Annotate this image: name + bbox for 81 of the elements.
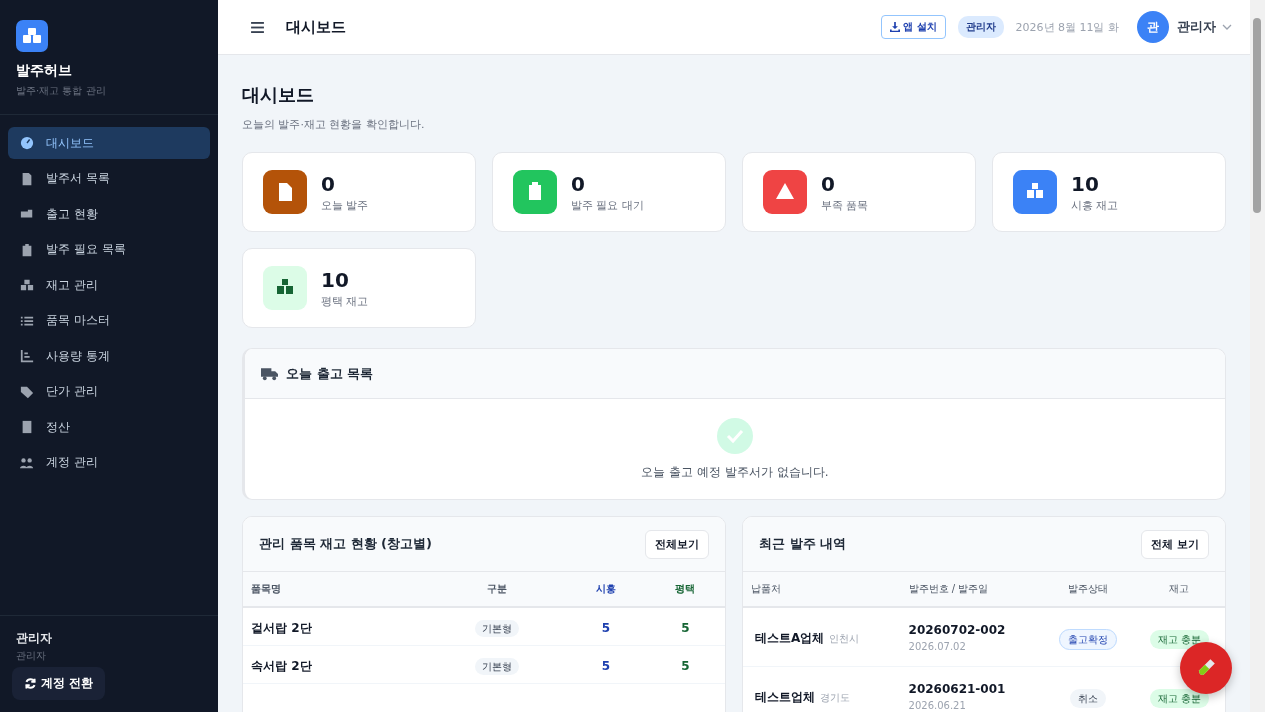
order-number: 20260702-002 bbox=[908, 622, 1007, 637]
stat-label: 오늘 발주 bbox=[321, 197, 369, 213]
app-name: 발주허브 bbox=[16, 62, 73, 80]
order-date: 2026.06.21 bbox=[908, 699, 967, 711]
quantity: 5 bbox=[681, 621, 690, 635]
column-header: 품목명 bbox=[251, 583, 281, 594]
column-header: 시흥 bbox=[596, 583, 617, 594]
vendor-region: 경기도 bbox=[820, 692, 851, 703]
checkmark-icon bbox=[717, 417, 753, 454]
nav-item[interactable]: 발주서 목록 bbox=[8, 162, 210, 195]
stat-label: 시흥 재고 bbox=[1071, 197, 1119, 213]
nav-item[interactable]: 재고 관리 bbox=[8, 269, 210, 301]
boxes-icon bbox=[20, 278, 34, 292]
switch-account-button[interactable]: 계정 전환 bbox=[12, 667, 106, 700]
quantity: 5 bbox=[601, 659, 611, 673]
vendor-name: 테스트업체 bbox=[755, 690, 815, 704]
menu-icon[interactable] bbox=[251, 21, 264, 33]
column-header: 재고 bbox=[1133, 572, 1225, 607]
stat-label: 부족 품목 bbox=[821, 197, 869, 213]
nav-item[interactable]: 출고 현황 bbox=[8, 198, 210, 230]
download-icon bbox=[890, 22, 901, 32]
view-all-button[interactable]: 전체 보기 bbox=[1141, 529, 1209, 559]
role-badge: 관리자 bbox=[957, 16, 1004, 38]
nav-item[interactable]: 대시보드 bbox=[8, 127, 210, 159]
type-tag: 기본형 bbox=[475, 658, 520, 675]
vendor-name: 테스트A업체 bbox=[755, 631, 825, 645]
column-header: 발주번호 / 발주일 bbox=[900, 572, 1044, 607]
date-label: 2026년 8월 11일 화 bbox=[1015, 19, 1119, 35]
vendor-region: 인천시 bbox=[829, 633, 860, 644]
stat-value: 10 bbox=[321, 267, 350, 292]
tags-icon bbox=[20, 384, 34, 399]
nav-item[interactable]: 정산 bbox=[8, 411, 210, 443]
order-number: 20260621-001 bbox=[908, 681, 1007, 696]
order-date: 2026.07.02 bbox=[908, 640, 967, 652]
item-name: 속서랍 2단 bbox=[251, 658, 312, 673]
stat-value: 0 bbox=[321, 171, 336, 196]
clipboard-icon bbox=[20, 242, 34, 257]
stock-badge: 재고 충분 bbox=[1149, 629, 1209, 649]
status-badge: 출고확정 bbox=[1059, 628, 1118, 650]
view-all-button[interactable]: 전체보기 bbox=[645, 529, 709, 559]
header-title: 대시보드 bbox=[286, 17, 346, 37]
user-menu[interactable]: 관리자 bbox=[1177, 18, 1216, 36]
type-tag: 기본형 bbox=[475, 620, 520, 637]
panel-title: 최근 발주 내역 bbox=[759, 535, 847, 553]
chevron-down-icon[interactable] bbox=[1222, 24, 1232, 30]
nav-item[interactable]: 계정 관리 bbox=[8, 446, 210, 479]
column-header: 평택 bbox=[675, 583, 696, 594]
column-header: 구분 bbox=[487, 583, 508, 594]
column-header: 납품처 bbox=[743, 572, 901, 607]
scrollbar[interactable] bbox=[1250, 0, 1265, 712]
user-role: 관리자 bbox=[15, 649, 47, 663]
stat-value: 0 bbox=[571, 171, 586, 196]
page-title: 대시보드 bbox=[242, 83, 315, 107]
column-header: 발주상태 bbox=[1043, 572, 1134, 607]
user-name: 관리자 bbox=[15, 630, 53, 647]
stat-label: 발주 필요 대기 bbox=[571, 197, 644, 213]
panel-title: 관리 품목 재고 현황 (창고별) bbox=[259, 535, 432, 553]
install-app-button[interactable]: 앱 설치 bbox=[881, 15, 946, 39]
users-icon bbox=[20, 455, 34, 470]
stat-value: 10 bbox=[1071, 171, 1100, 196]
nav-item[interactable]: 품목 마스터 bbox=[8, 304, 210, 337]
status-badge: 취소 bbox=[1070, 688, 1107, 708]
nav-item[interactable]: 사용량 통계 bbox=[8, 340, 210, 372]
empty-message: 오늘 출고 예정 발주서가 없습니다. bbox=[641, 463, 829, 481]
nav-item[interactable]: 발주 필요 목록 bbox=[8, 233, 210, 266]
refresh-icon bbox=[24, 677, 37, 690]
quantity: 5 bbox=[681, 659, 690, 673]
panel-title: 오늘 출고 목록 bbox=[286, 364, 374, 383]
stock-badge: 재고 충분 bbox=[1149, 688, 1209, 708]
stat-label: 평택 재고 bbox=[321, 293, 369, 309]
user-avatar[interactable]: 관 bbox=[1137, 11, 1169, 43]
stat-value: 0 bbox=[821, 171, 836, 196]
app-tagline: 발주·재고 통합 관리 bbox=[16, 84, 107, 98]
nav-item[interactable]: 단가 관리 bbox=[8, 375, 210, 408]
boxes-logo-icon bbox=[16, 20, 48, 52]
item-name: 겉서랍 2단 bbox=[251, 620, 312, 635]
page-subtitle: 오늘의 발주·재고 현황을 확인합니다. bbox=[242, 117, 426, 132]
chart-icon bbox=[20, 349, 34, 363]
gauge-icon bbox=[20, 136, 34, 150]
doc-icon bbox=[20, 171, 34, 186]
quantity: 5 bbox=[601, 621, 611, 635]
